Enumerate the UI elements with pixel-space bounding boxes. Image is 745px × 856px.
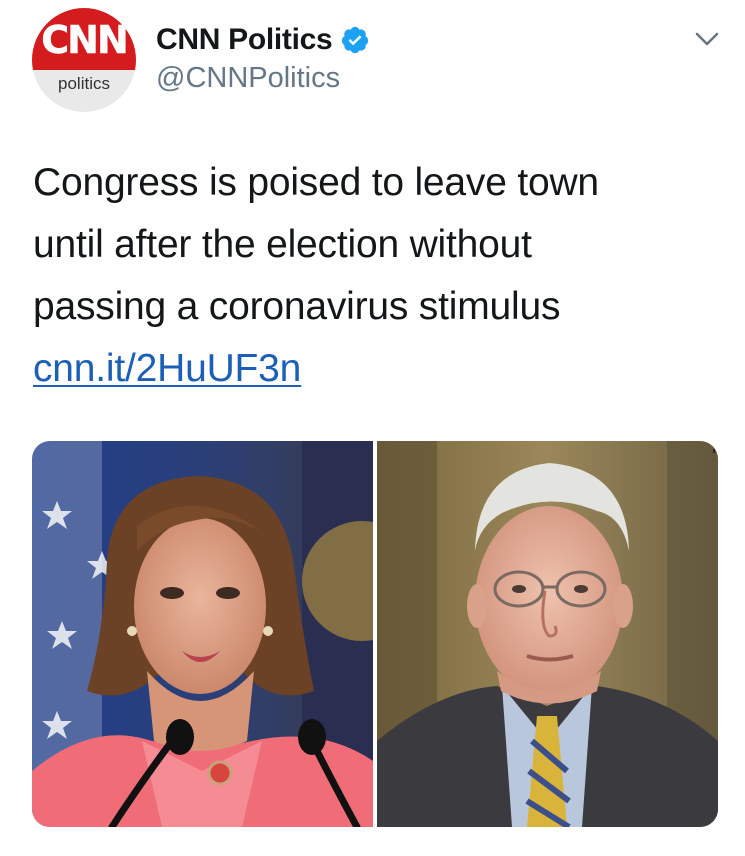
cnn-logo: CNN <box>41 18 129 63</box>
tweet-text-line: until after the election without <box>33 223 532 266</box>
name-row: CNN Politics <box>156 22 370 58</box>
tweet-card: CNN politics CNN Politics @CNNPolitics C… <box>0 0 745 856</box>
avatar[interactable]: CNN politics <box>32 8 136 112</box>
tweet-text: Congress is poised to leave town until a… <box>33 152 713 400</box>
display-name[interactable]: CNN Politics <box>156 23 333 57</box>
account-handle[interactable]: @CNNPolitics <box>156 62 340 95</box>
photo-woman-pink-jacket[interactable] <box>32 441 373 827</box>
chevron-down-icon[interactable] <box>692 24 722 54</box>
verified-badge-icon <box>340 25 370 55</box>
photo-credit <box>713 449 715 453</box>
photo-man-suit-yellow-tie[interactable] <box>377 441 718 827</box>
tweet-media[interactable] <box>32 441 718 827</box>
tweet-text-line: Congress is poised to leave town <box>33 161 599 204</box>
tweet-link[interactable]: cnn.it/2HuUF3n <box>33 347 301 390</box>
avatar-subtitle: politics <box>58 74 110 93</box>
tweet-text-line: passing a coronavirus stimulus <box>33 285 561 328</box>
